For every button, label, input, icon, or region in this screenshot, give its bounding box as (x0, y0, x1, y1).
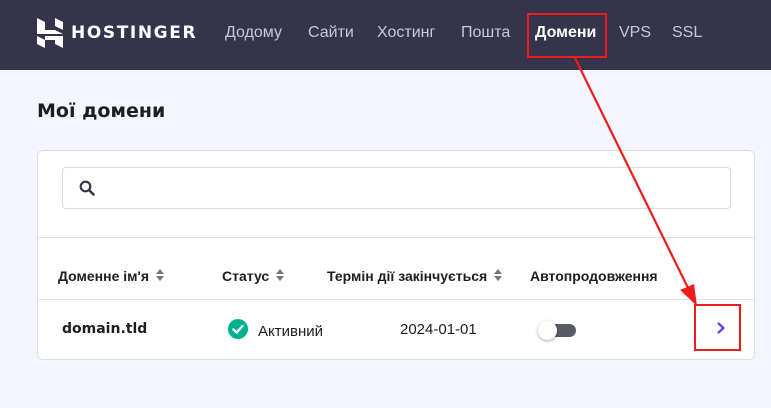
column-header-status-label: Статус (222, 268, 270, 284)
column-header-expires-label: Термін дії закінчується (327, 268, 488, 284)
row-divider (38, 299, 754, 300)
nav-item-vps[interactable]: VPS (619, 24, 651, 42)
search-input[interactable] (107, 169, 717, 207)
auto-renew-toggle[interactable] (538, 321, 577, 340)
nav-item-websites[interactable]: Сайти (308, 24, 354, 42)
search-field[interactable] (62, 167, 731, 209)
status-badge: Активний (228, 319, 323, 343)
domain-name[interactable]: domain.tld (62, 321, 147, 337)
toggle-knob (538, 321, 557, 340)
search-icon (79, 180, 95, 201)
column-header-auto-renew-label: Автопродовження (530, 268, 658, 284)
sort-icon[interactable] (276, 268, 285, 284)
highlight-box-domains (527, 13, 607, 58)
status-label: Активний (258, 322, 323, 340)
hostinger-logo[interactable]: HOSTINGER (37, 18, 197, 48)
column-header-domain[interactable]: Доменне ім'я (58, 268, 164, 284)
sort-icon[interactable] (494, 268, 503, 284)
expiration-date: 2024-01-01 (400, 321, 477, 338)
nav-item-hosting[interactable]: Хостинг (377, 24, 435, 42)
check-circle-icon (228, 319, 248, 343)
brand-name: HOSTINGER (71, 23, 198, 43)
column-header-status[interactable]: Статус (222, 268, 285, 284)
domains-card: Доменне ім'я Статус Термін дії закінчуєт… (37, 150, 755, 360)
highlight-box-row-arrow (694, 304, 741, 351)
nav-item-email[interactable]: Пошта (461, 24, 510, 42)
nav-item-home[interactable]: Додому (225, 24, 282, 42)
page-title: Мої домени (37, 100, 166, 122)
top-navigation-bar: HOSTINGER Додому Сайти Хостинг Пошта Дом… (0, 0, 771, 70)
nav-item-ssl[interactable]: SSL (672, 24, 702, 42)
column-header-auto-renew: Автопродовження (530, 268, 658, 284)
column-header-domain-label: Доменне ім'я (58, 268, 149, 284)
logo-icon (37, 18, 63, 48)
header-divider (38, 237, 754, 238)
sort-icon[interactable] (156, 268, 164, 284)
column-header-expires[interactable]: Термін дії закінчується (327, 268, 503, 284)
